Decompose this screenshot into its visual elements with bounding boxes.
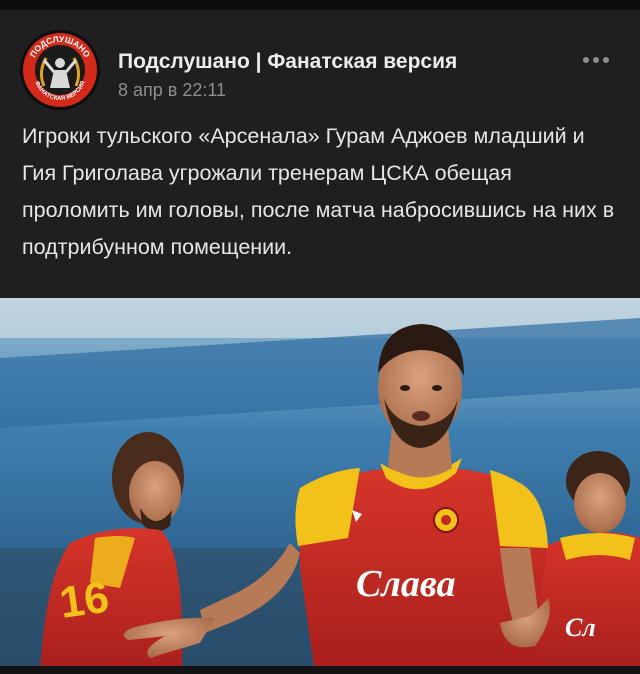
post-date[interactable]: 8 апр в 22:11 bbox=[118, 80, 226, 101]
avatar[interactable]: ПОДСЛУШАНО ФАНАТСКАЯ ВЕРСИЯ bbox=[20, 30, 100, 110]
photo-image: 16 Сл Слава bbox=[0, 298, 640, 674]
svg-text:Сл: Сл bbox=[565, 613, 596, 642]
svg-text:Слава: Слава bbox=[356, 563, 456, 605]
post-text: Игроки тульского «Арсенала» Гурам Аджоев… bbox=[22, 124, 615, 259]
post-photo[interactable]: 16 Сл Слава bbox=[0, 298, 640, 674]
status-strip bbox=[0, 0, 640, 10]
post-header: ПОДСЛУШАНО ФАНАТСКАЯ ВЕРСИЯ Подслушано |… bbox=[0, 10, 640, 110]
more-horizontal-icon[interactable] bbox=[578, 48, 614, 72]
post-author[interactable]: Подслушано | Фанатская версия bbox=[118, 50, 457, 74]
svg-text:16: 16 bbox=[57, 573, 112, 628]
community-logo: ПОДСЛУШАНО ФАНАТСКАЯ ВЕРСИЯ bbox=[20, 30, 100, 110]
